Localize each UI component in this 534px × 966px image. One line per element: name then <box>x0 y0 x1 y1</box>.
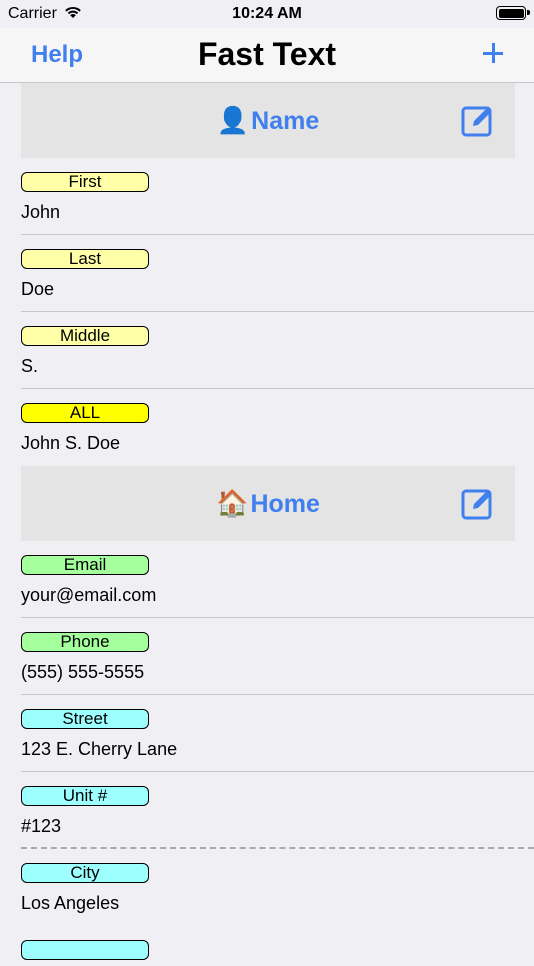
field-value: Doe <box>21 279 55 299</box>
list-item[interactable]: ALL John S. Doe <box>0 389 534 466</box>
field-value: Los Angeles <box>21 893 120 913</box>
person-icon: 👤 <box>216 105 250 135</box>
list-item[interactable] <box>0 926 534 966</box>
page-title: Fast Text <box>197 36 337 72</box>
field-value: John <box>21 202 61 222</box>
list-item[interactable]: Last Doe <box>0 235 534 312</box>
field-tag: Phone <box>21 632 149 652</box>
field-value: S. <box>21 356 39 376</box>
field-tag <box>21 940 149 960</box>
navigation-bar: Help Fast Text <box>0 28 534 83</box>
field-value: #123 <box>21 816 62 836</box>
field-tag: City <box>21 863 149 883</box>
list-item[interactable]: Email your@email.com <box>0 541 534 618</box>
house-icon: 🏠 <box>216 488 249 518</box>
snippet-list: 👤Name First John Last Doe Middle S. ALL … <box>0 83 534 966</box>
field-value: 123 E. Cherry Lane <box>21 739 178 759</box>
section-title: 👤Name <box>21 105 515 136</box>
list-item[interactable]: First John <box>0 158 534 235</box>
field-tag: Middle <box>21 326 149 346</box>
list-item[interactable]: Middle S. <box>0 312 534 389</box>
section-header-name: 👤Name <box>21 83 515 158</box>
field-tag: Street <box>21 709 149 729</box>
list-item[interactable]: Street 123 E. Cherry Lane <box>0 695 534 772</box>
section-title: 🏠Home <box>21 488 515 519</box>
section-title-label: Name <box>251 107 320 135</box>
battery-icon <box>496 6 530 20</box>
field-value: John S. Doe <box>21 433 121 453</box>
list-item[interactable]: City Los Angeles <box>0 849 534 926</box>
field-tag: First <box>21 172 149 192</box>
field-value: (555) 555-5555 <box>21 662 145 682</box>
list-item[interactable]: Phone (555) 555-5555 <box>0 618 534 695</box>
field-tag: Last <box>21 249 149 269</box>
edit-icon[interactable] <box>461 486 495 520</box>
edit-icon[interactable] <box>461 103 495 137</box>
list-item[interactable]: Unit # #123 <box>0 772 534 849</box>
field-tag: ALL <box>21 403 149 423</box>
add-icon[interactable] <box>480 40 506 66</box>
section-title-label: Home <box>250 490 320 518</box>
field-tag: Unit # <box>21 786 149 806</box>
status-bar: Carrier 10:24 AM <box>0 0 534 28</box>
field-value: your@email.com <box>21 585 157 605</box>
status-time: 10:24 AM <box>232 5 302 22</box>
section-header-home: 🏠Home <box>21 466 515 541</box>
field-tag: Email <box>21 555 149 575</box>
